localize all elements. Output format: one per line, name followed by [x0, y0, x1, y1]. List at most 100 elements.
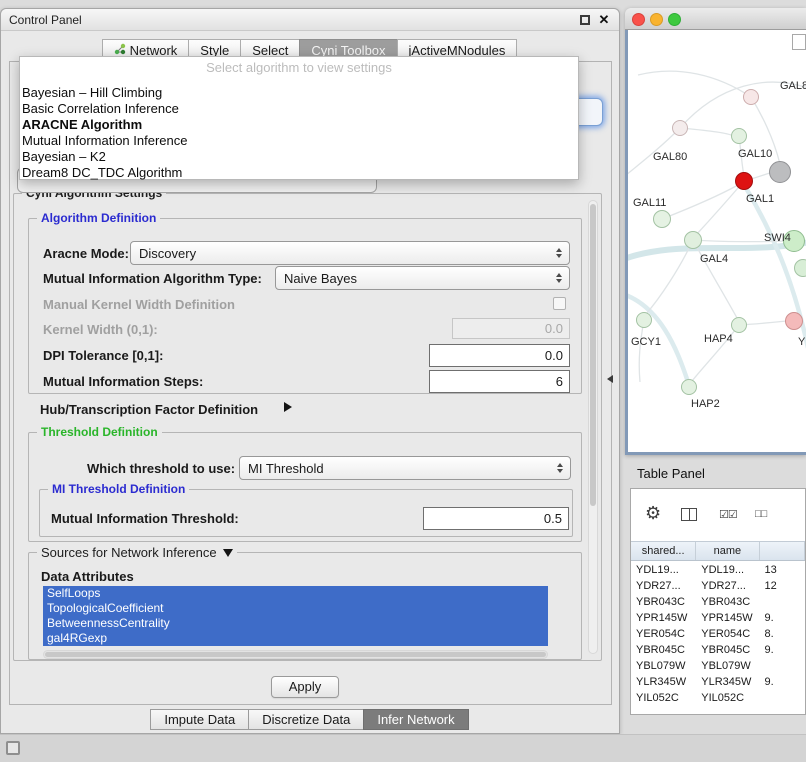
settings-gear-icon[interactable]: ⚙	[645, 503, 661, 524]
aracne-mode-label: Aracne Mode:	[43, 246, 129, 261]
table-panel-window: ⚙ ☑☑ □□ shared...name YDL19...YDL19...13…	[630, 488, 806, 715]
aracne-mode-select[interactable]: Discovery	[130, 241, 570, 265]
hub-expand-icon[interactable]	[284, 402, 292, 412]
node-label-swi4: SWI4	[764, 232, 791, 244]
mi-threshold-definition-title-text: MI Threshold Definition	[52, 482, 185, 496]
control-panel-titlebar[interactable]: Control Panel	[1, 9, 619, 31]
algorithm-option-basic-correlation-inference[interactable]: Basic Correlation Inference	[20, 101, 578, 117]
settings-scrollbar[interactable]	[588, 200, 598, 654]
table-cell: 12	[760, 578, 805, 594]
attribute-item-selfloops[interactable]: SelfLoops	[43, 586, 548, 601]
network-node[interactable]	[735, 172, 753, 190]
network-node[interactable]	[672, 120, 688, 136]
algorithm-option-bayesian-k2[interactable]: Bayesian – K2	[20, 149, 578, 165]
settings-scrollbar-thumb[interactable]	[590, 204, 596, 506]
node-label-gal11: GAL11	[633, 197, 666, 209]
table-cell: YER054C	[696, 626, 759, 642]
sources-group: Sources for Network Inference Data Attri…	[28, 552, 582, 660]
algorithm-option-dream8-dc-tdc-algorithm[interactable]: Dream8 DC_TDC Algorithm	[20, 165, 578, 181]
mi-threshold-field[interactable]: 0.5	[423, 507, 569, 530]
bottom-tab-impute-data[interactable]: Impute Data	[150, 709, 249, 730]
network-node[interactable]	[769, 161, 791, 183]
table-row[interactable]: YDR27...YDR27...12	[631, 578, 805, 594]
column-header-shared[interactable]: shared...	[631, 542, 696, 560]
table-cell: YLR345W	[696, 674, 759, 690]
which-threshold-value: MI Threshold	[248, 461, 552, 476]
attribute-item-gal4rgexp[interactable]: gal4RGexp	[43, 631, 548, 646]
combo-arrows-icon	[551, 248, 566, 258]
table-row[interactable]: YPR145WYPR145W9.	[631, 610, 805, 626]
table-row[interactable]: YBL079WYBL079W	[631, 658, 805, 674]
algorithm-option-aracne-algorithm[interactable]: ARACNE Algorithm	[20, 117, 578, 133]
manual-kernel-checkbox[interactable]	[553, 297, 566, 310]
node-label-gal10: GAL10	[738, 148, 772, 160]
attributes-scrollbar[interactable]	[43, 650, 548, 659]
table-cell: 9.	[760, 674, 805, 690]
network-node[interactable]	[794, 259, 806, 277]
minimized-panel-icon[interactable]	[6, 741, 20, 755]
bottom-tab-discretize-data[interactable]: Discretize Data	[248, 709, 364, 730]
network-node[interactable]	[681, 379, 697, 395]
node-label-gal4: GAL4	[700, 253, 728, 265]
algorithm-definition-group: Algorithm Definition Aracne Mode: Discov…	[28, 218, 582, 394]
dpi-tolerance-field[interactable]: 0.0	[429, 344, 570, 367]
table-cell: YDR27...	[631, 578, 696, 594]
attributes-scrollbar-thumb[interactable]	[45, 652, 546, 657]
float-window-icon[interactable]	[580, 15, 590, 25]
network-node[interactable]	[743, 89, 759, 105]
zoom-traffic-light[interactable]	[668, 13, 681, 26]
table-cell	[760, 658, 805, 674]
threshold-definition-title: Threshold Definition	[37, 425, 162, 439]
canvas-corner-box[interactable]	[792, 34, 806, 50]
network-window-titlebar[interactable]	[625, 8, 806, 30]
which-threshold-select[interactable]: MI Threshold	[239, 456, 571, 480]
attribute-item-betweennesscentrality[interactable]: BetweennessCentrality	[43, 616, 548, 631]
network-node[interactable]	[653, 210, 671, 228]
control-panel-window: Control Panel ✕ NetworkStyleSelectCyni T…	[0, 8, 620, 734]
mi-steps-field[interactable]: 6	[429, 370, 570, 393]
column-header-name[interactable]: name	[696, 542, 759, 560]
algorithm-option-bayesian-hill-climbing[interactable]: Bayesian – Hill Climbing	[20, 85, 578, 101]
table-row[interactable]: YIL052CYIL052C	[631, 690, 805, 706]
select-all-checkbox-icon[interactable]: ☑☑	[719, 508, 737, 521]
combo-arrows-icon	[551, 273, 566, 283]
table-row[interactable]: YBR045CYBR045C9.	[631, 642, 805, 658]
bottom-tab-infer-network[interactable]: Infer Network	[363, 709, 468, 730]
column-header-col2[interactable]	[760, 542, 805, 560]
table-cell: 8.	[760, 626, 805, 642]
columns-icon[interactable]	[681, 508, 697, 521]
node-label-y: Y	[798, 336, 805, 348]
sources-collapse-icon[interactable]	[223, 549, 233, 557]
mi-steps-label: Mutual Information Steps:	[43, 374, 203, 389]
node-label-hap2: HAP2	[691, 398, 720, 410]
table-row[interactable]: YER054CYER054C8.	[631, 626, 805, 642]
network-node[interactable]	[731, 128, 747, 144]
algorithm-dropdown-list: Bayesian – Hill ClimbingBasic Correlatio…	[20, 85, 578, 181]
table-header-row: shared...name	[631, 541, 805, 561]
table-cell: YBR045C	[696, 642, 759, 658]
network-node[interactable]	[636, 312, 652, 328]
network-canvas[interactable]: GAL8GAL80GAL10GAL1GAL11SWI4GAL4GCY1HAP4Y…	[625, 30, 806, 455]
panel-collapse-arrow[interactable]	[607, 375, 613, 383]
data-attributes-label: Data Attributes	[41, 569, 134, 584]
threshold-definition-title-text: Threshold Definition	[41, 425, 158, 439]
table-body: YDL19...YDL19...13YDR27...YDR27...12YBR0…	[631, 562, 805, 714]
close-icon[interactable]: ✕	[595, 9, 613, 31]
table-row[interactable]: YDL19...YDL19...13	[631, 562, 805, 578]
table-row[interactable]: YLR345WYLR345W9.	[631, 674, 805, 690]
mi-algorithm-type-select[interactable]: Naive Bayes	[275, 266, 570, 290]
network-node[interactable]	[731, 317, 747, 333]
algorithm-option-mutual-information-inference[interactable]: Mutual Information Inference	[20, 133, 578, 149]
deselect-all-checkbox-icon[interactable]: □□	[755, 508, 766, 520]
apply-button[interactable]: Apply	[271, 676, 339, 698]
table-row[interactable]: YBR043CYBR043C	[631, 594, 805, 610]
mi-threshold-label: Mutual Information Threshold:	[51, 511, 239, 526]
mi-algorithm-type-value: Naive Bayes	[284, 271, 551, 286]
close-traffic-light[interactable]	[632, 13, 645, 26]
network-node[interactable]	[785, 312, 803, 330]
attribute-item-topologicalcoefficient[interactable]: TopologicalCoefficient	[43, 601, 548, 616]
minimize-traffic-light[interactable]	[650, 13, 663, 26]
network-node[interactable]	[684, 231, 702, 249]
table-cell: 9.	[760, 610, 805, 626]
table-cell: 13	[760, 562, 805, 578]
